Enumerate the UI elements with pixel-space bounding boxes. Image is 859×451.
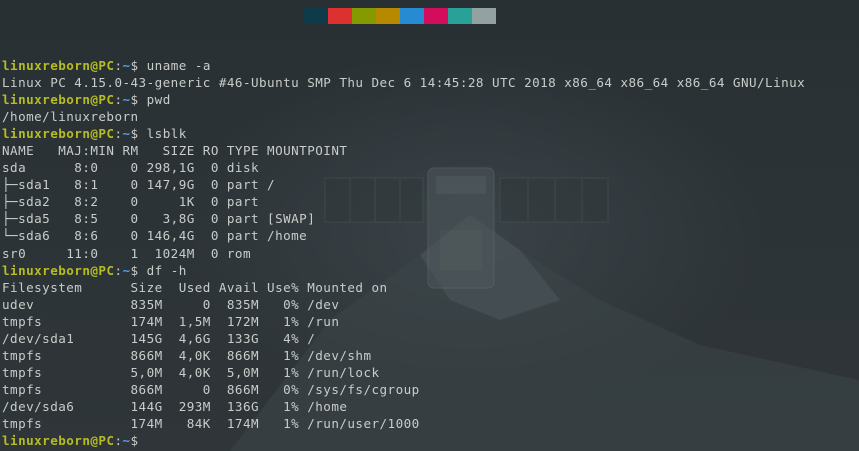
command-text: lsblk (146, 126, 187, 142)
output-line: /dev/sda6 144G 293M 136G 1% /home (2, 398, 348, 414)
output-line: tmpfs 866M 0 866M 0% /sys/fs/cgroup (2, 381, 420, 397)
prompt-symbol: $ (130, 58, 147, 73)
output-line: /home/linuxreborn (2, 109, 139, 125)
command-line: linuxreborn@PC:~$ pwd (2, 91, 859, 108)
prompt-user-host: linuxreborn@PC (2, 92, 115, 108)
command-text: uname -a (146, 58, 211, 73)
prompt-colon: : (114, 92, 123, 108)
prompt-user-host: linuxreborn@PC (2, 58, 115, 73)
output-line: /dev/sda1 145G 4,6G 133G 4% / (2, 330, 316, 346)
prompt-user-host: linuxreborn@PC (2, 433, 115, 449)
prompt-symbol: $ (130, 92, 147, 108)
prompt-path: ~ (122, 433, 131, 449)
prompt-symbol: $ (130, 126, 147, 142)
output-line: tmpfs 866M 4,0K 866M 1% /dev/shm (2, 347, 372, 363)
output-line: tmpfs 5,0M 4,0K 5,0M 1% /run/lock (2, 364, 380, 380)
command-line: linuxreborn@PC:~$ df -h (2, 262, 859, 279)
output-line: NAME MAJ:MIN RM SIZE RO TYPE MOUNTPOINT (2, 143, 348, 159)
prompt-colon: : (114, 433, 123, 449)
output-line: sda 8:0 0 298,1G 0 disk (2, 160, 268, 176)
command-line: linuxreborn@PC:~$ lsblk (2, 125, 859, 142)
output-line: ├─sda2 8:2 0 1K 0 part (2, 194, 268, 210)
prompt-path: ~ (122, 92, 131, 108)
output-line: udev 835M 0 835M 0% /dev (2, 296, 340, 312)
output-line: └─sda6 8:6 0 146,4G 0 part /home (2, 228, 308, 244)
output-line: Linux PC 4.15.0-43-generic #46-Ubuntu SM… (2, 75, 806, 91)
output-line: tmpfs 174M 1,5M 172M 1% /run (2, 313, 340, 329)
output-line: ├─sda5 8:5 0 3,8G 0 part [SWAP] (2, 211, 316, 227)
palette-swatch (376, 8, 400, 24)
palette-swatch (448, 8, 472, 24)
prompt-colon: : (114, 262, 123, 278)
prompt-path: ~ (122, 58, 131, 73)
prompt-user-host: linuxreborn@PC (2, 262, 115, 278)
prompt-path: ~ (122, 262, 131, 278)
output-line: ├─sda1 8:1 0 147,9G 0 part / (2, 177, 276, 193)
prompt-path: ~ (122, 126, 131, 142)
command-text: df -h (146, 262, 187, 278)
prompt-colon: : (114, 126, 123, 142)
palette-swatch (424, 8, 448, 24)
palette-swatch (328, 8, 352, 24)
terminal-output[interactable]: linuxreborn@PC:~$ uname -a Linux PC 4.15.… (2, 57, 859, 449)
palette-swatch (304, 8, 328, 24)
color-palette-bar (304, 8, 496, 24)
prompt-symbol: $ (130, 262, 147, 278)
palette-swatch (400, 8, 424, 24)
output-line: tmpfs 174M 84K 174M 1% /run/user/1000 (2, 415, 420, 431)
output-line: Filesystem Size Used Avail Use% Mounted … (2, 279, 388, 295)
prompt-user-host: linuxreborn@PC (2, 126, 115, 142)
palette-swatch (352, 8, 376, 24)
prompt-symbol: $ (130, 433, 147, 449)
prompt-colon: : (114, 58, 123, 73)
output-line: sr0 11:0 1 1024M 0 rom (2, 245, 268, 261)
command-text: pwd (146, 92, 171, 108)
command-line: linuxreborn@PC:~$ (2, 432, 859, 449)
command-line: linuxreborn@PC:~$ uname -a (2, 57, 859, 74)
palette-swatch (472, 8, 496, 24)
